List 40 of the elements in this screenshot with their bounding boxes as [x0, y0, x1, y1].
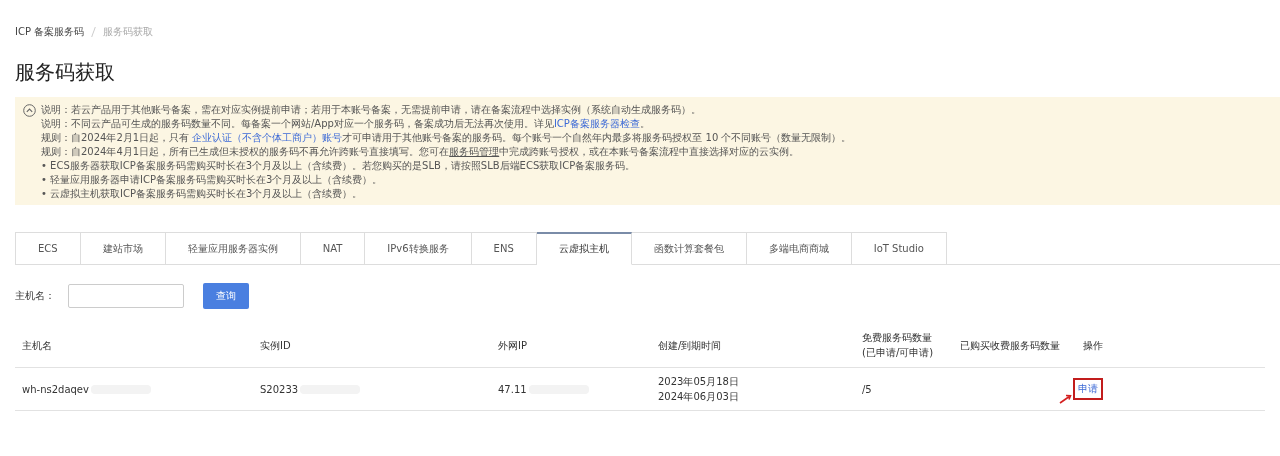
tab[interactable]: NAT [300, 232, 366, 265]
column-header: 创建/到期时间 [658, 338, 722, 353]
tab[interactable]: 轻量应用服务器实例 [165, 232, 301, 265]
table-cell: S20233 [260, 383, 299, 395]
notice-line: 规则：自2024年2月1日起，只有 企业认证（不含个体工商户）账号才可申请用于其他账号备案的服务码。每个账号一个自然年内最多将服务码授权至 10 个不同账号（数量无限制）。 [41, 131, 852, 145]
notice-line: 说明：不同云产品可生成的服务码数量不同。每备案一个网站/App对应一个服务码，备案成功后无法再次使用。详见ICP备案服务器检查。 [41, 117, 651, 131]
arrow-icon [1059, 394, 1073, 404]
notice-line: • 云虚拟主机获取ICP备案服务码需购买时长在3个月及以上（含续费）。 [41, 187, 364, 201]
notice-line: 规则：自2024年4月1日起，所有已生成但未授权的服务码不再允许跨账号直接填写。您可在服务码管理中完成跨账号授权，或在本账号备案流程中直接选择对应的云实例。 [41, 145, 801, 159]
apply-link[interactable]: 申请 [1073, 378, 1103, 400]
column-header: 已购买收费服务码数量 [960, 338, 1060, 353]
notice-line: • ECS服务器获取ICP备案服务码需购买时长在3个月及以上（含续费）。若您购买的是SLB，请按照SLB后端ECS获取ICP备案服务码。 [41, 159, 637, 173]
tab[interactable]: ENS [471, 232, 537, 265]
field-label: 主机名： [15, 289, 55, 303]
column-header: 免费服务码数量 (已申请/可申请) [862, 331, 934, 360]
table-cell: /5 [862, 383, 872, 395]
tab[interactable]: 多端电商商城 [746, 232, 852, 265]
tab[interactable]: IPv6转换服务 [365, 232, 472, 265]
tab[interactable]: IoT Studio [851, 232, 947, 265]
table-cell-text: 2023年05月18日 2024年06月03日 [658, 375, 739, 404]
page-title: 服务码获取 [15, 59, 116, 86]
notice-line: • 轻量应用服务器申请ICP备案服务码需购买时长在3个月及以上（含续费）。 [41, 173, 384, 187]
tab[interactable]: 函数计算套餐包 [631, 232, 747, 265]
hostname-field[interactable] [68, 284, 184, 308]
table-cell: wh-ns2daqev [22, 383, 89, 395]
notice-link[interactable]: ICP备案服务器检查 [553, 118, 640, 129]
notice-line: 说明：若云产品用于其他账号备案，需在对应实例提前申请；若用于本账号备案，无需提前申请，请在备案流程中选择实例（系统自动生成服务码）。 [41, 103, 702, 117]
column-header: 外网IP [498, 338, 527, 353]
column-header: 操作 [1083, 338, 1103, 353]
tab[interactable]: 建站市场 [80, 232, 166, 265]
table-cell: 47.11 [498, 383, 527, 395]
tab[interactable]: ECS [15, 232, 81, 265]
notice-link[interactable]: 企业认证（不含个体工商户）账号 [192, 132, 343, 143]
notice-link[interactable]: 服务码管理 [449, 146, 500, 157]
query-button[interactable]: 查询 [203, 283, 249, 309]
column-header: 实例ID [260, 338, 291, 353]
collapse-icon[interactable] [23, 104, 36, 117]
tab[interactable]: 云虚拟主机 [536, 232, 632, 265]
column-header: 主机名 [22, 338, 52, 353]
breadcrumb-item[interactable]: ICP 备案服务码 [15, 25, 85, 39]
